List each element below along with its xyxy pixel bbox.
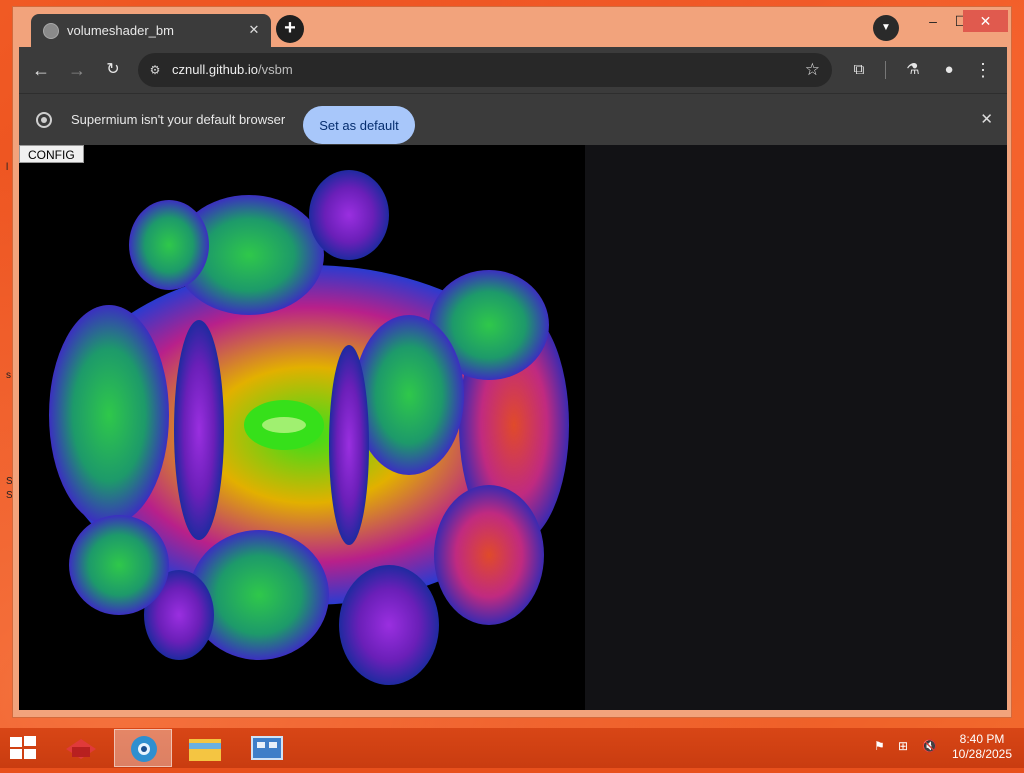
clock-date: 10/28/2025: [951, 747, 1013, 761]
site-info-icon[interactable]: ⚙: [146, 61, 164, 79]
toolbar-separator: [885, 61, 886, 79]
taskbar-app-toolbox[interactable]: [52, 729, 110, 767]
minimize-button[interactable]: –: [919, 10, 947, 32]
address-bar[interactable]: ⚙ cznull.github.io/vsbm ☆: [138, 53, 832, 87]
toolbox-icon: [66, 739, 96, 759]
folder-icon: [189, 739, 221, 761]
bookmark-star-icon[interactable]: ☆: [805, 60, 820, 80]
browser-logo-icon: [36, 112, 52, 128]
config-button[interactable]: CONFIG: [19, 145, 84, 163]
system-clock[interactable]: 8:40 PM 10/28/2025: [950, 732, 1014, 762]
close-icon[interactable]: ✕: [245, 21, 263, 39]
start-button[interactable]: [10, 736, 38, 760]
desktop-icon-fragment: s: [6, 370, 11, 381]
back-button[interactable]: ←: [29, 58, 53, 82]
browser-toolbar: ← → ↻ ⚙ cznull.github.io/vsbm ☆ ⧉ ⚗ ● ⋮: [19, 47, 1007, 93]
taskbar-app-file-explorer[interactable]: [176, 729, 234, 767]
url-host: cznull.github.io: [172, 62, 258, 77]
window-close-button[interactable]: ✕: [963, 10, 1008, 32]
default-browser-infobar: Supermium isn't your default browser Set…: [19, 93, 1007, 146]
browser-app-icon: [131, 736, 157, 762]
menu-kebab-icon[interactable]: ⋮: [971, 58, 995, 82]
tab-strip: volumeshader_bm ✕ + ▼ – ☐ ✕: [13, 7, 1011, 47]
tab-search-button[interactable]: ▼: [873, 15, 899, 41]
desktop-icon-fragment: l: [6, 162, 9, 173]
forward-button[interactable]: →: [65, 58, 89, 82]
network-icon[interactable]: ⊞: [898, 739, 908, 753]
labs-flask-icon[interactable]: ⚗: [901, 58, 925, 82]
tab-volumeshader[interactable]: volumeshader_bm ✕: [31, 14, 271, 47]
clock-time: 8:40 PM: [959, 732, 1005, 746]
action-center-flag-icon[interactable]: ⚑: [874, 739, 885, 753]
set-default-button[interactable]: Set as default: [303, 106, 415, 144]
reload-button[interactable]: ↻: [101, 58, 125, 82]
globe-icon: [43, 23, 59, 39]
taskbar: ⚑ ⊞ 🔇 8:40 PM 10/28/2025: [0, 728, 1024, 768]
url-text: cznull.github.io/vsbm: [172, 62, 293, 77]
taskbar-app-browser[interactable]: [114, 729, 172, 767]
page-content: CONFIG: [19, 145, 1007, 710]
tab-title: volumeshader_bm: [67, 23, 174, 38]
volume-muted-icon[interactable]: 🔇: [922, 739, 937, 753]
fractal-render-canvas[interactable]: CONFIG: [19, 145, 585, 710]
url-path: /vsbm: [258, 62, 293, 77]
infobar-message: Supermium isn't your default browser: [71, 112, 286, 127]
control-panel-icon: [251, 736, 283, 760]
new-tab-button[interactable]: +: [276, 15, 304, 43]
fractal-image: [49, 170, 569, 685]
profile-icon[interactable]: ●: [937, 58, 961, 82]
taskbar-app-control-panel[interactable]: [238, 729, 296, 767]
extensions-icon[interactable]: ⧉: [847, 58, 871, 82]
browser-window: volumeshader_bm ✕ + ▼ – ☐ ✕ ← → ↻ ⚙ cznu…: [12, 6, 1012, 718]
infobar-close-icon[interactable]: ✕: [980, 110, 993, 128]
